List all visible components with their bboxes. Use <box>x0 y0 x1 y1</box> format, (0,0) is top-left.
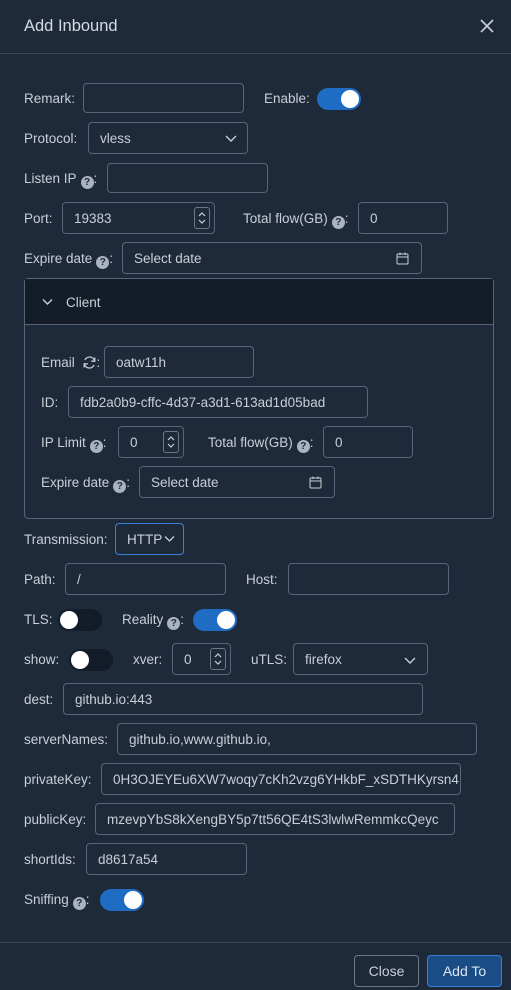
transmission-select[interactable]: HTTP <box>115 523 184 555</box>
total-flow-input[interactable]: 0 <box>358 202 448 234</box>
server-names-input[interactable]: github.io,www.github.io, <box>117 723 477 755</box>
question-circle-icon: ? <box>331 216 345 229</box>
close-button[interactable]: Close <box>354 955 419 987</box>
ip-limit-label: IP Limit?: <box>41 435 107 453</box>
sync-icon[interactable] <box>82 355 97 370</box>
calendar-icon <box>396 252 409 265</box>
protocol-value: vless <box>100 130 131 146</box>
public-key-input[interactable]: mzevpYbS8kXengBY5p7tt56QE4tS3lwlwRemmkcQ… <box>95 803 455 835</box>
xver-stepper[interactable] <box>210 648 226 670</box>
enable-toggle[interactable] <box>317 88 361 110</box>
show-toggle[interactable] <box>69 649 113 671</box>
host-input[interactable] <box>288 563 449 595</box>
xver-label: xver: <box>133 652 163 667</box>
remark-label: Remark: <box>24 91 76 106</box>
client-expire-picker[interactable]: Select date <box>139 466 335 498</box>
dialog-footer: Close Add To <box>0 942 511 990</box>
close-icon[interactable] <box>475 14 499 38</box>
port-value: 19383 <box>74 210 112 226</box>
ip-limit-value: 0 <box>130 434 138 450</box>
ip-limit-input[interactable]: 0 <box>118 426 184 458</box>
private-key-input[interactable]: 0H3OJEYEu6XW7woqy7cKh2vzg6YHkbF_xSDTHKyr… <box>101 763 461 795</box>
reality-toggle[interactable] <box>193 609 237 631</box>
question-circle-icon: ? <box>80 176 94 189</box>
chevron-down-icon <box>42 299 53 305</box>
transmission-label: Transmission: <box>24 532 108 547</box>
client-total-flow-input[interactable]: 0 <box>323 426 413 458</box>
show-label: show: <box>24 652 60 667</box>
port-input[interactable]: 19383 <box>62 202 215 234</box>
client-header-label: Client <box>66 295 101 310</box>
path-input[interactable]: / <box>65 563 226 595</box>
question-circle-icon: ? <box>113 480 127 493</box>
client-panel-header[interactable]: Client <box>25 279 493 325</box>
xver-input[interactable]: 0 <box>172 643 231 675</box>
dialog-title: Add Inbound <box>24 17 118 35</box>
dest-label: dest: <box>24 692 54 707</box>
utls-select[interactable]: firefox <box>293 643 428 675</box>
transmission-value: HTTP <box>127 531 163 547</box>
email-label: Email : <box>41 355 101 370</box>
calendar-icon <box>309 476 322 489</box>
add-button[interactable]: Add To <box>427 955 502 987</box>
email-input[interactable]: oatw11h <box>104 346 254 378</box>
id-label: ID: <box>41 395 59 410</box>
id-input[interactable]: fdb2a0b9-cffc-4d37-a3d1-613ad1d05bad <box>68 386 368 418</box>
client-panel: Client Email : oatw11h ID: fdb2a0b9-cffc… <box>24 278 494 519</box>
question-circle-icon: ? <box>96 256 110 269</box>
question-circle-icon: ? <box>167 617 181 630</box>
utls-label: uTLS: <box>251 652 288 667</box>
server-names-label: serverNames: <box>24 732 109 747</box>
host-label: Host: <box>246 572 278 587</box>
sniffing-label: Sniffing?: <box>24 892 90 910</box>
port-stepper[interactable] <box>194 207 210 229</box>
reality-label: Reality?: <box>122 612 185 630</box>
expire-date-placeholder: Select date <box>134 250 202 266</box>
total-flow-label: Total flow(GB)?: <box>243 211 349 229</box>
expire-date-label: Expire date?: <box>24 251 114 269</box>
port-label: Port: <box>24 211 53 226</box>
ip-limit-stepper[interactable] <box>163 431 179 453</box>
protocol-select[interactable]: vless <box>88 122 248 154</box>
listen-ip-input[interactable] <box>107 163 268 193</box>
question-circle-icon: ? <box>72 897 86 910</box>
listen-ip-label: Listen IP?: <box>24 171 98 189</box>
enable-label: Enable: <box>264 91 310 106</box>
tls-label: TLS: <box>24 612 53 627</box>
client-total-flow-label: Total flow(GB)?: <box>208 435 314 453</box>
short-ids-input[interactable]: d8617a54 <box>86 843 247 875</box>
client-expire-placeholder: Select date <box>151 474 219 490</box>
chevron-down-icon <box>164 536 175 542</box>
tls-toggle[interactable] <box>58 609 102 631</box>
short-ids-label: shortIds: <box>24 852 76 867</box>
chevron-down-icon <box>225 135 237 142</box>
path-label: Path: <box>24 572 56 587</box>
question-circle-icon: ? <box>89 440 103 453</box>
dialog-header: Add Inbound <box>0 0 511 54</box>
remark-input[interactable] <box>83 83 244 113</box>
sniffing-toggle[interactable] <box>100 889 144 911</box>
question-circle-icon: ? <box>296 440 310 453</box>
chevron-down-icon <box>404 657 416 664</box>
xver-value: 0 <box>184 651 192 667</box>
protocol-label: Protocol: <box>24 131 78 146</box>
client-expire-label: Expire date?: <box>41 475 131 493</box>
private-key-label: privateKey: <box>24 772 92 787</box>
dest-input[interactable]: github.io:443 <box>63 683 423 715</box>
expire-date-picker[interactable]: Select date <box>122 242 422 274</box>
utls-value: firefox <box>305 651 342 667</box>
public-key-label: publicKey: <box>24 812 87 827</box>
